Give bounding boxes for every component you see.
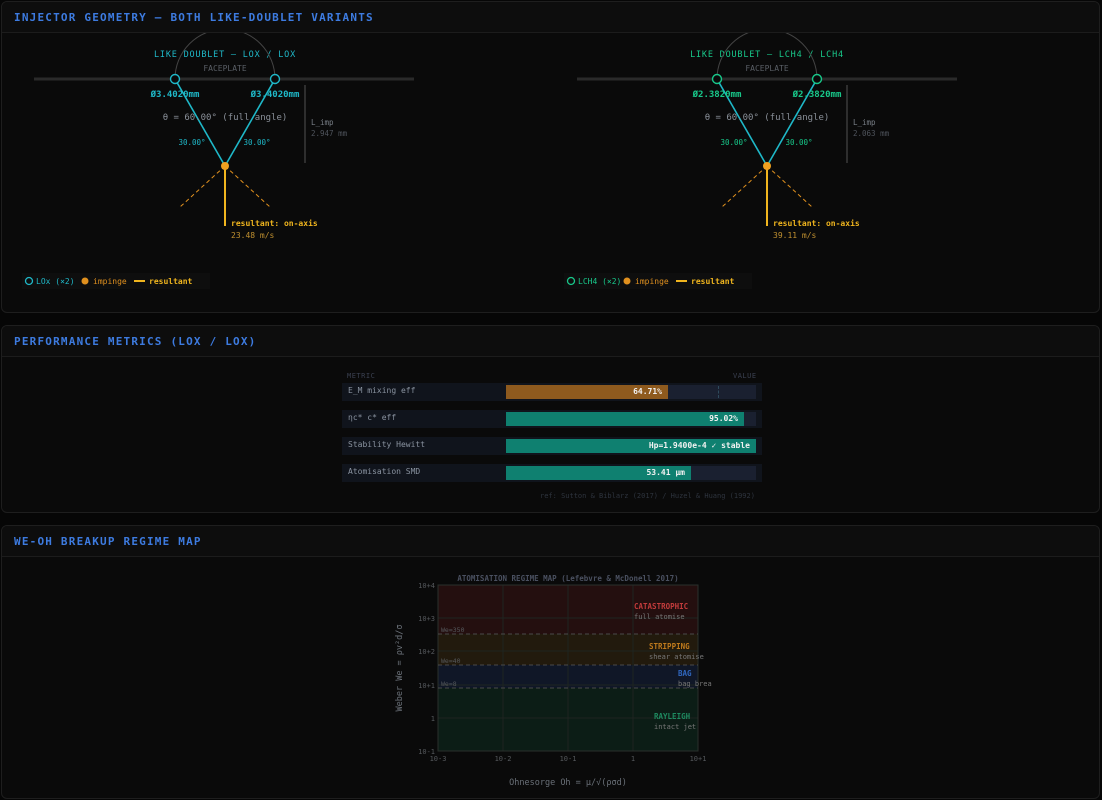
impinge-length-label: L_imp: [853, 118, 876, 127]
regime-panel-title: WE-OH BREAKUP REGIME MAP: [14, 534, 202, 548]
region-label: STRIPPING: [649, 642, 690, 651]
right-diameter-label: Ø3.4020mm: [250, 89, 300, 100]
impinge-legend-icon: [81, 277, 89, 285]
y-tick-label: 10+4: [418, 582, 435, 590]
value-column-header: VALUE: [733, 372, 757, 380]
variant-lox-diagram: LIKE DOUBLET — LOX / LOX FACEPLATE Ø3.40…: [22, 33, 414, 289]
resultant-legend-label: resultant: [149, 277, 193, 286]
threshold-label: We=40: [441, 657, 461, 665]
orifice-legend-label: LCH4 (×2): [578, 277, 621, 286]
impinge-legend-label: impinge: [93, 277, 127, 286]
y-tick-label: 1: [431, 715, 435, 723]
impinge-legend-label: impinge: [635, 277, 669, 286]
impinge-point-icon: [221, 162, 229, 170]
threshold-label: We=8: [441, 680, 457, 688]
left-diameter-label: Ø2.3820mm: [692, 89, 742, 100]
regime-map-title: ATOMISATION REGIME MAP (Lefebvre & McDon…: [457, 574, 678, 583]
left-orifice-icon: [711, 73, 723, 85]
metric-row-stability: Stability Hewitt Hp=1.9400e-4 ✓ stable: [342, 437, 762, 455]
y-tick-label: 10+2: [418, 648, 435, 656]
impinge-point-icon: [763, 162, 771, 170]
right-orifice-icon: [269, 73, 281, 85]
regime-panel-header: WE-OH BREAKUP REGIME MAP: [2, 526, 1099, 557]
metric-value: 95.02%: [709, 414, 738, 423]
metric-value: 53.41 μm: [646, 468, 685, 477]
performance-panel-header: PERFORMANCE METRICS (LOX / LOX): [2, 326, 1099, 357]
x-tick-label: 1: [631, 755, 635, 763]
target-marker: [718, 386, 719, 398]
resultant-label: resultant: on-axis: [231, 218, 318, 228]
resultant-label: resultant: on-axis: [773, 218, 860, 228]
metric-column-header: METRIC: [347, 372, 376, 380]
metric-track: 53.41 μm: [506, 466, 756, 480]
metric-track: Hp=1.9400e-4 ✓ stable: [506, 439, 756, 453]
metric-track: 64.71%: [506, 385, 756, 399]
metric-label: Atomisation SMD: [348, 467, 421, 476]
metric-label: Stability Hewitt: [348, 440, 426, 449]
x-tick-labels: 10-3 10-2 10-1 1 10+1: [430, 755, 707, 763]
metrics-reference: ref: Sutton & Biblarz (2017) / Huzel & H…: [540, 492, 755, 500]
region-desc: intact jet: [654, 723, 696, 731]
geometry-panel: INJECTOR GEOMETRY — BOTH LIKE-DOUBLET VA…: [1, 1, 1100, 313]
y-tick-label: 10+3: [418, 615, 435, 623]
region-label: CATASTROPHIC: [634, 602, 688, 611]
resultant-legend-label: resultant: [691, 277, 735, 286]
impinge-length-label: L_imp: [311, 118, 334, 127]
metric-row-atomisation: Atomisation SMD 53.41 μm: [342, 464, 762, 482]
full-angle-label: θ = 60.00° (full angle): [705, 113, 830, 123]
metric-label: E_M mixing eff: [348, 386, 416, 395]
y-tick-label: 10+1: [418, 682, 435, 690]
impinge-length-value: 2.063 mm: [853, 129, 890, 138]
performance-panel: PERFORMANCE METRICS (LOX / LOX) METRIC V…: [1, 325, 1100, 513]
region-desc: shear atomise: [649, 653, 704, 661]
x-axis-label: Ohnesorge Oh = μ/√(ρσd): [509, 778, 627, 788]
x-tick-label: 10+1: [690, 755, 707, 763]
spray-fan-right: [766, 165, 813, 208]
right-half-angle-label: 30.00°: [785, 138, 812, 147]
faceplate-label: FACEPLATE: [203, 64, 247, 73]
spray-fan-left: [179, 165, 226, 208]
variant-lox-title: LIKE DOUBLET — LOX / LOX: [154, 50, 296, 60]
impinge-length-value: 2.947 mm: [311, 129, 348, 138]
regime-panel: WE-OH BREAKUP REGIME MAP ATOMISATION REG…: [1, 525, 1100, 799]
metric-row-cstar: ηc* c* eff 95.02%: [342, 410, 762, 428]
metric-track: 95.02%: [506, 412, 756, 426]
region-label: RAYLEIGH: [654, 712, 691, 721]
geometry-diagrams: LIKE DOUBLET — LOX / LOX FACEPLATE Ø3.40…: [22, 33, 957, 289]
orifice-legend-label: LOx (×2): [36, 277, 75, 286]
impinge-legend-icon: [623, 277, 631, 285]
right-orifice-icon: [811, 73, 823, 85]
left-half-angle-label: 30.00°: [178, 138, 205, 147]
faceplate-label: FACEPLATE: [745, 64, 789, 73]
metric-label: ηc* c* eff: [348, 413, 397, 422]
variant-lch4-title: LIKE DOUBLET — LCH4 / LCH4: [690, 50, 844, 60]
metric-value: Hp=1.9400e-4 ✓ stable: [648, 441, 750, 450]
x-tick-label: 10-3: [430, 755, 447, 763]
y-tick-labels: 10+4 10+3 10+2 10+1 1 10-1: [418, 582, 435, 756]
right-diameter-label: Ø2.3820mm: [792, 89, 842, 100]
x-tick-label: 10-2: [495, 755, 512, 763]
geometry-panel-header: INJECTOR GEOMETRY — BOTH LIKE-DOUBLET VA…: [2, 2, 1099, 33]
metric-row-mixing: E_M mixing eff 64.71%: [342, 383, 762, 401]
geometry-panel-title: INJECTOR GEOMETRY — BOTH LIKE-DOUBLET VA…: [14, 10, 374, 24]
left-half-angle-label: 30.00°: [720, 138, 747, 147]
left-diameter-label: Ø3.4020mm: [150, 89, 200, 100]
x-tick-label: 10-1: [560, 755, 577, 763]
y-axis-label: Weber We = ρv²d/σ: [395, 625, 405, 712]
metric-value: 64.71%: [633, 387, 662, 396]
right-half-angle-label: 30.00°: [243, 138, 270, 147]
resultant-velocity: 39.11 m/s: [773, 231, 817, 240]
region-desc: full atomise: [634, 613, 685, 621]
region-label: BAG: [678, 669, 692, 678]
region-desc: bag brea: [678, 680, 712, 688]
variant-lch4-diagram: LIKE DOUBLET — LCH4 / LCH4 FACEPLATE Ø2.…: [564, 33, 957, 289]
full-angle-label: θ = 60.00° (full angle): [163, 113, 288, 123]
spray-fan-left: [721, 165, 768, 208]
spray-fan-right: [224, 165, 271, 208]
threshold-label: We=350: [441, 626, 465, 634]
left-orifice-icon: [169, 73, 181, 85]
resultant-velocity: 23.48 m/s: [231, 231, 275, 240]
performance-panel-title: PERFORMANCE METRICS (LOX / LOX): [14, 334, 257, 348]
regime-map-chart: ATOMISATION REGIME MAP (Lefebvre & McDon…: [395, 574, 712, 788]
